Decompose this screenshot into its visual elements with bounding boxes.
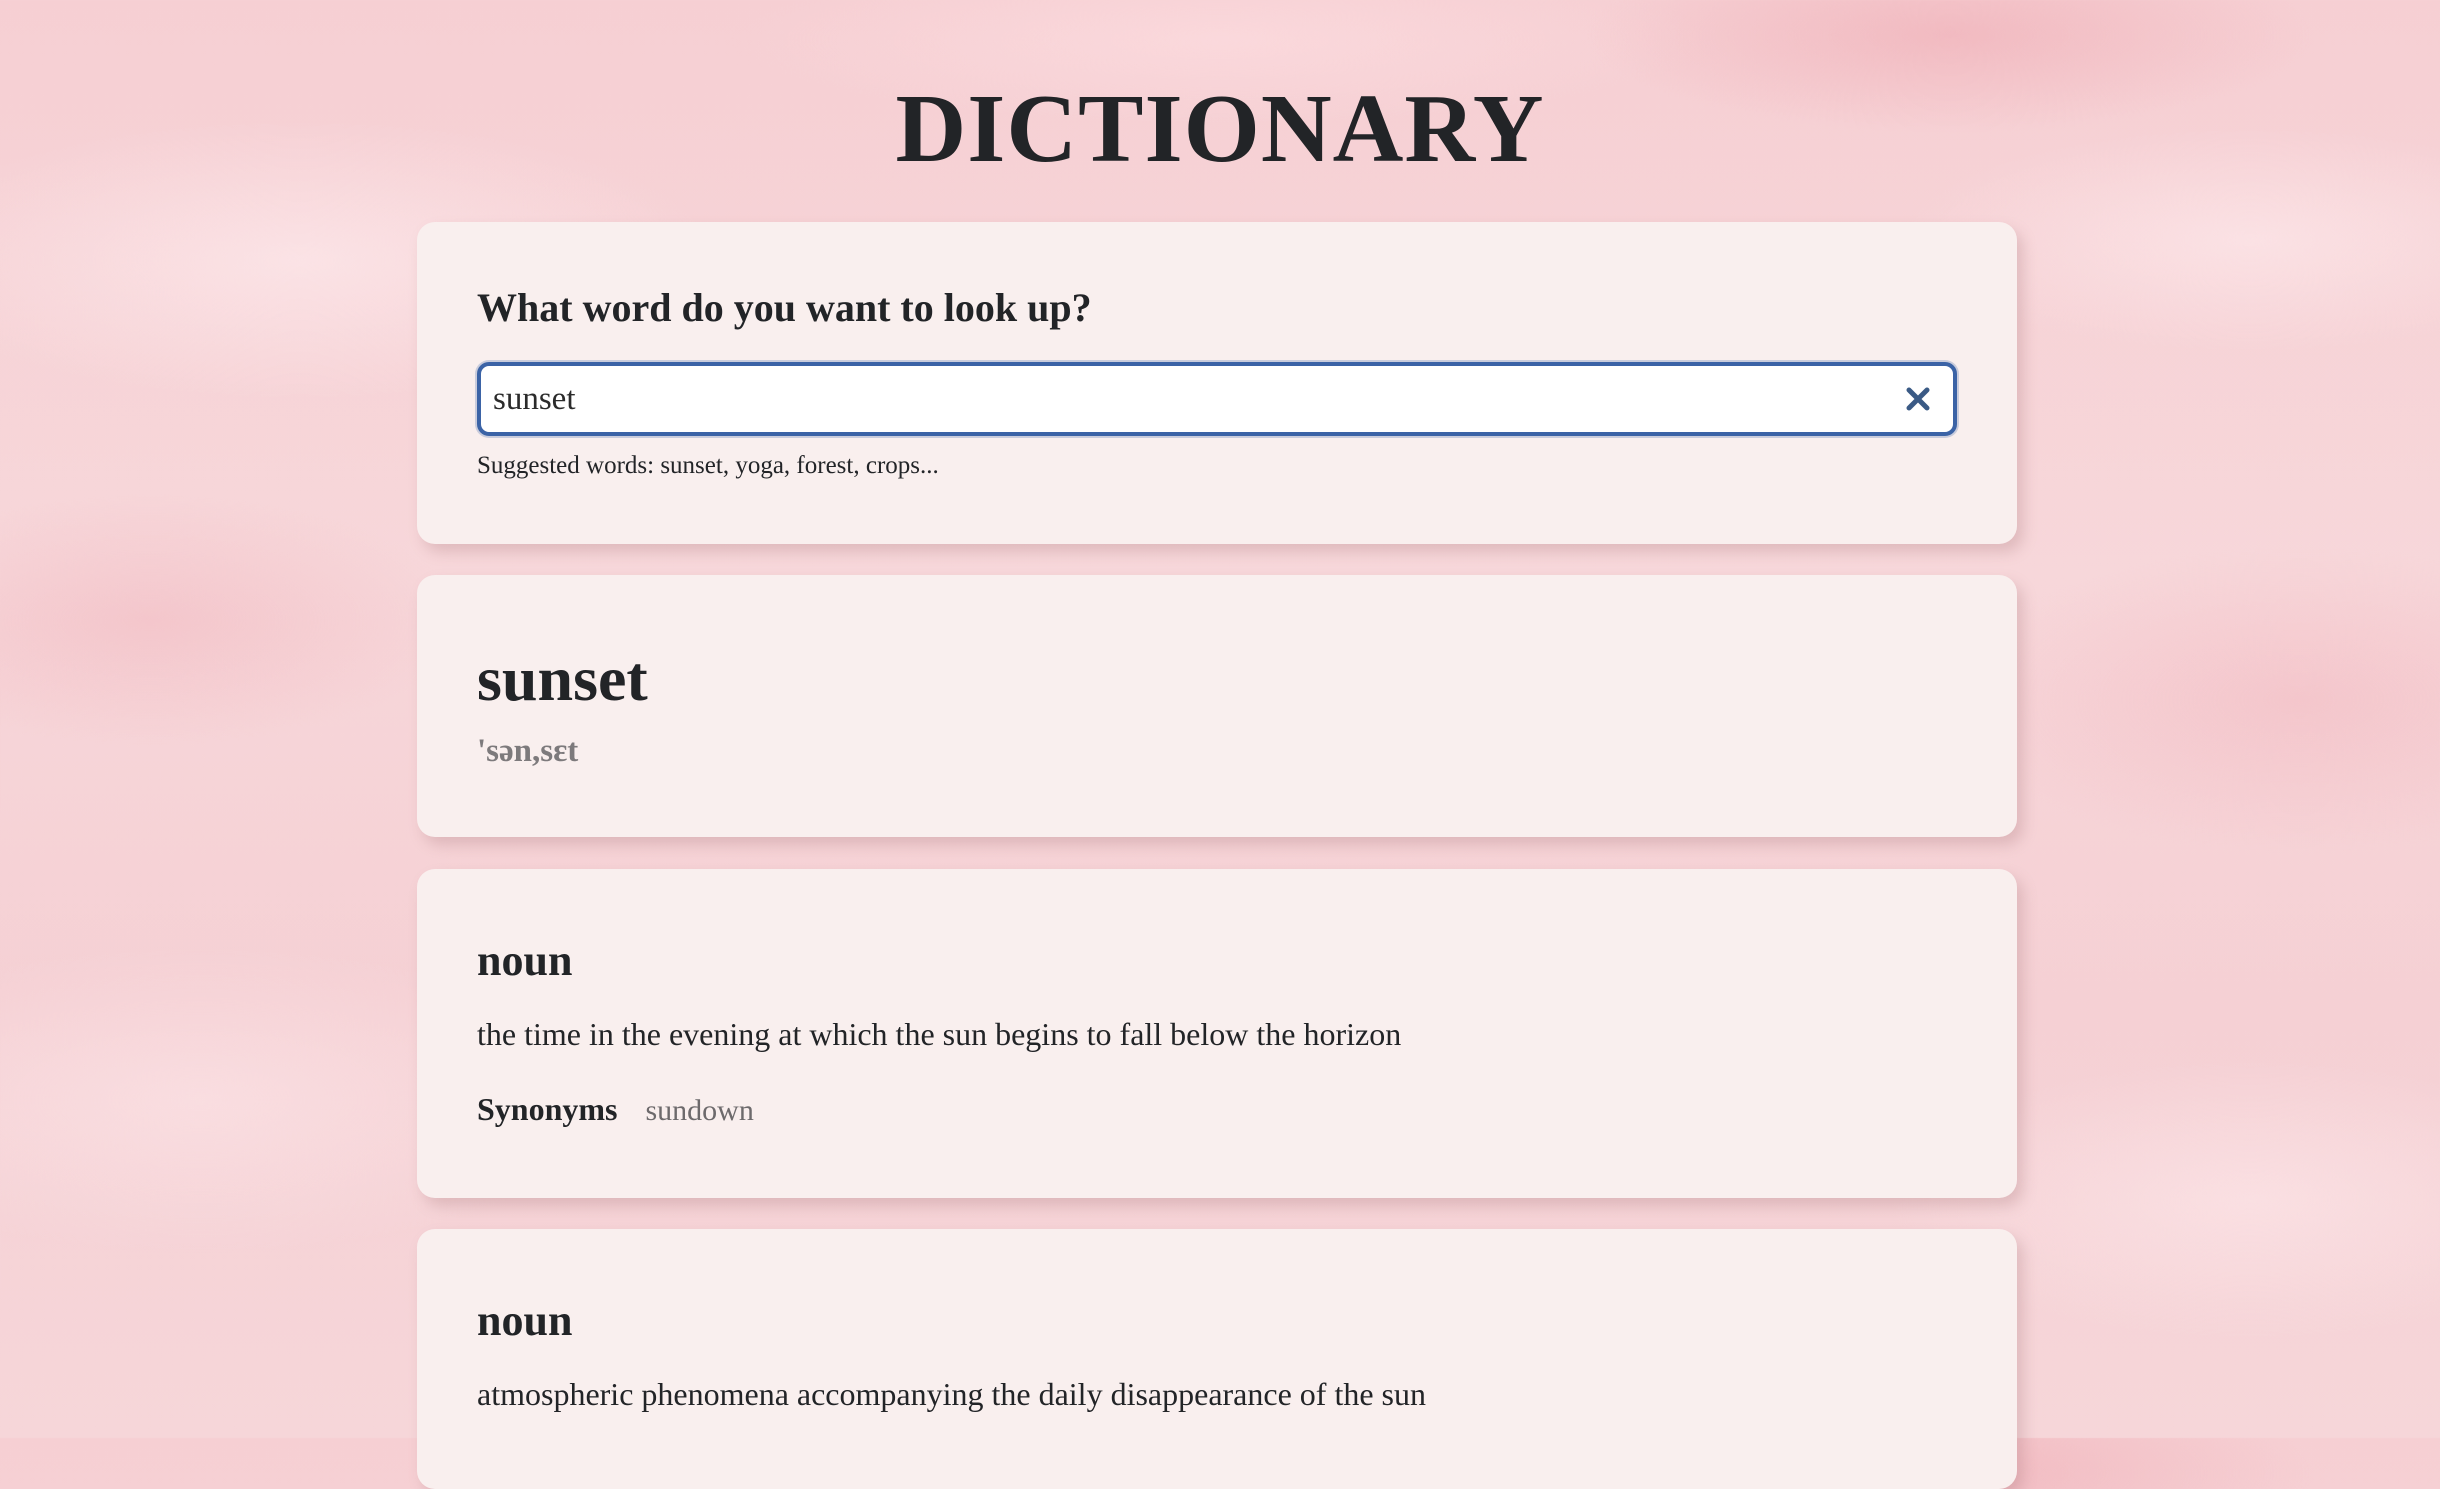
- search-box: [477, 362, 1957, 436]
- meaning-card: noun atmospheric phenomena accompanying …: [417, 1229, 2017, 1489]
- result-word: sunset: [477, 643, 648, 714]
- definition: atmospheric phenomena accompanying the d…: [477, 1376, 1426, 1412]
- search-card: What word do you want to look up? Sugges…: [417, 222, 2017, 544]
- search-heading: What word do you want to look up?: [477, 285, 1092, 330]
- phonetic: 'sən,sɛt: [477, 733, 579, 769]
- synonyms-row: Synonyms sundown: [477, 1091, 1957, 1128]
- clear-search-button[interactable]: [1899, 380, 1937, 418]
- suggested-words: Suggested words: sunset, yoga, forest, c…: [477, 452, 939, 479]
- synonym-link[interactable]: sundown: [646, 1094, 754, 1128]
- part-of-speech: noun: [477, 936, 573, 985]
- definition: the time in the evening at which the sun…: [477, 1016, 1402, 1052]
- page-title: DICTIONARY: [895, 75, 1545, 183]
- meaning-card: noun the time in the evening at which th…: [417, 869, 2017, 1198]
- part-of-speech: noun: [477, 1296, 573, 1345]
- synonyms-label: Synonyms: [477, 1091, 618, 1128]
- close-icon: [1906, 387, 1930, 411]
- word-card: sunset 'sən,sɛt: [417, 575, 2017, 837]
- search-input[interactable]: [481, 366, 1861, 432]
